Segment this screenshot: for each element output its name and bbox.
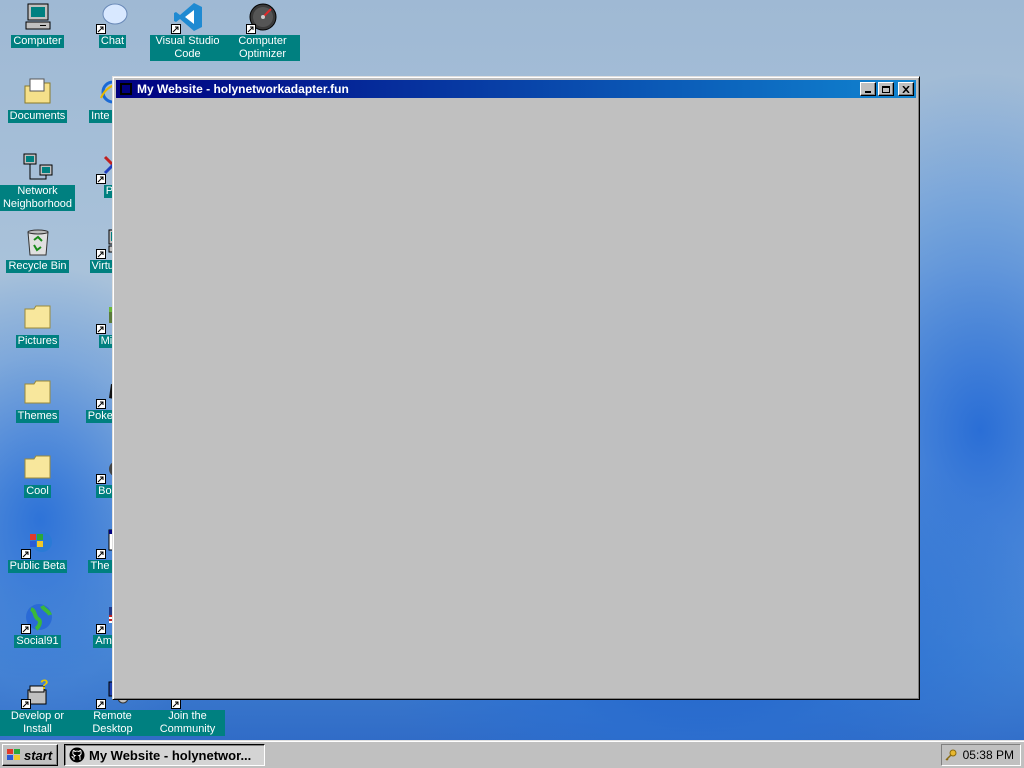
- vscode-icon: [170, 0, 205, 34]
- key-icon[interactable]: [945, 749, 957, 761]
- desktop-icon-chat[interactable]: Chat: [75, 0, 150, 48]
- close-icon: [902, 85, 910, 93]
- desktop-icon-social91[interactable]: Social91: [0, 600, 75, 648]
- maximize-button[interactable]: [878, 82, 894, 96]
- taskbar-button-label: My Website - holynetwor...: [89, 747, 252, 763]
- folder-icon: [21, 450, 55, 484]
- window-titlebar[interactable]: My Website - holynetworkadapter.fun: [116, 80, 916, 98]
- chat-bubble-icon: [95, 0, 130, 34]
- desktop-icon-documents[interactable]: Documents: [0, 75, 75, 123]
- windows-flag-icon: [20, 525, 55, 559]
- taskbar: start My Website - holynetwor... 05:38 P…: [0, 740, 1024, 768]
- folder-icon: [21, 300, 55, 334]
- window-content[interactable]: [116, 99, 916, 696]
- desktop-icon-cool[interactable]: Cool: [0, 450, 75, 498]
- recycle-bin-icon: [21, 225, 55, 259]
- desktop-icon-network-neighborhood[interactable]: Network Neighborhood: [0, 150, 75, 211]
- windows-logo-icon: [7, 749, 20, 760]
- shortcut-arrow-icon: [95, 24, 106, 34]
- svg-text:?: ?: [40, 676, 49, 692]
- start-label: start: [24, 747, 53, 763]
- taskbar-button-my-website[interactable]: My Website - holynetwor...: [64, 744, 265, 766]
- computer-icon: [21, 0, 55, 34]
- shortcut-arrow-icon: [20, 549, 31, 559]
- desktop-icon-pictures[interactable]: Pictures: [0, 300, 75, 348]
- shortcut-arrow-icon: [170, 699, 181, 709]
- shortcut-arrow-icon: [20, 699, 31, 709]
- desktop-icon-public-beta[interactable]: Public Beta: [0, 525, 75, 573]
- desktop-icon-recycle-bin[interactable]: Recycle Bin: [0, 225, 75, 273]
- shortcut-arrow-icon: [95, 699, 106, 709]
- shortcut-arrow-icon: [95, 624, 106, 634]
- desktop-icon-visual-studio-code[interactable]: Visual Studio Code: [150, 0, 225, 61]
- shortcut-arrow-icon: [170, 24, 181, 34]
- shortcut-arrow-icon: [95, 324, 106, 334]
- desktop-icon-computer[interactable]: Computer: [0, 0, 75, 48]
- shortcut-arrow-icon: [245, 24, 256, 34]
- desktop-icon-computer-optimizer[interactable]: Computer Optimizer: [225, 0, 300, 61]
- browser-window: My Website - holynetworkadapter.fun: [112, 76, 920, 700]
- system-tray: 05:38 PM: [941, 744, 1021, 766]
- close-button[interactable]: [898, 82, 914, 96]
- gauge-icon: [245, 0, 280, 34]
- clock[interactable]: 05:38 PM: [963, 748, 1014, 762]
- start-button[interactable]: start: [2, 744, 58, 766]
- desktop-icon-themes[interactable]: Themes: [0, 375, 75, 423]
- maximize-icon: [882, 85, 890, 93]
- globe-icon: [20, 600, 55, 634]
- window-app-icon: [119, 82, 133, 96]
- shortcut-arrow-icon: [95, 474, 106, 484]
- shortcut-arrow-icon: [95, 549, 106, 559]
- desktop: Computer Documents Network Neighborhood …: [0, 0, 1024, 740]
- minimize-icon: [865, 90, 871, 93]
- window-title: My Website - holynetworkadapter.fun: [137, 82, 349, 96]
- desktop-icon-develop-or-install[interactable]: ? Develop or Install: [0, 675, 75, 736]
- github-icon: [69, 747, 85, 763]
- minimize-button[interactable]: [860, 82, 876, 96]
- network-icon: [21, 150, 55, 184]
- setup-question-icon: ?: [20, 675, 55, 709]
- shortcut-arrow-icon: [95, 399, 106, 409]
- shortcut-arrow-icon: [20, 624, 31, 634]
- documents-folder-icon: [21, 75, 55, 109]
- folder-icon: [21, 375, 55, 409]
- shortcut-arrow-icon: [95, 249, 106, 259]
- shortcut-arrow-icon: [95, 174, 106, 184]
